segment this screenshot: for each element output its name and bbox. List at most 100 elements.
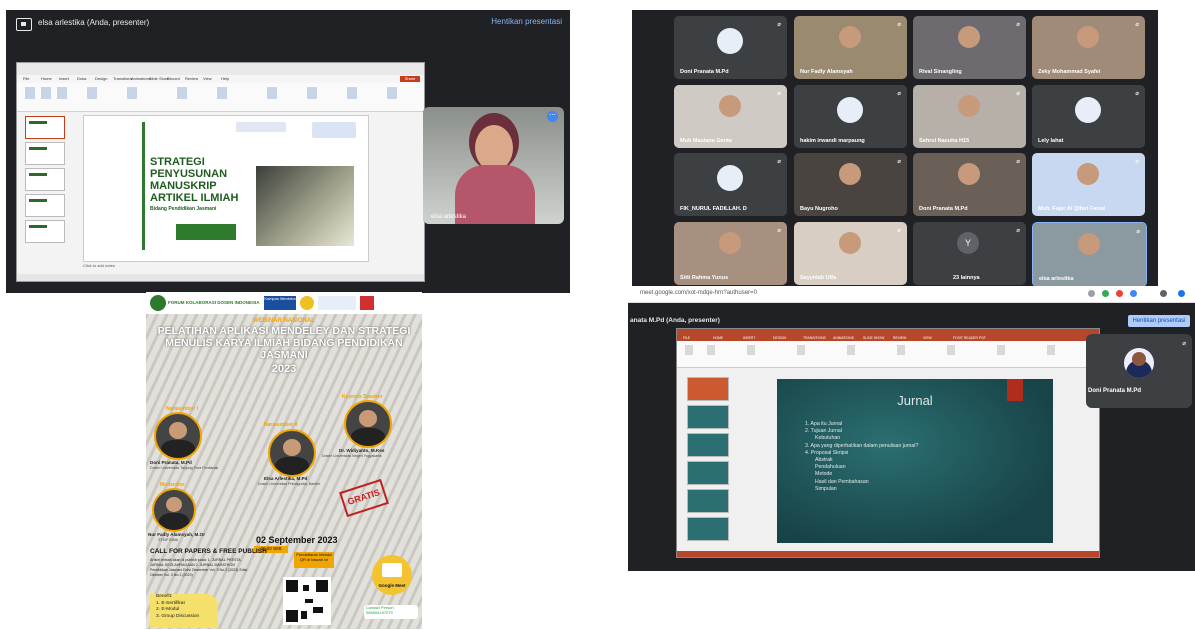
- avatar: [717, 28, 743, 54]
- org-name: FORUM KOLABORASI DOSEN INDONESIA: [168, 300, 260, 305]
- ribbon-tab[interactable]: FOXIT READER PDF: [953, 336, 986, 340]
- ribbon-tab[interactable]: File: [23, 76, 29, 81]
- mic-off-icon: ⌀: [777, 228, 781, 234]
- mic-off-icon: ⌀: [897, 91, 901, 97]
- share-button[interactable]: Share: [400, 76, 420, 82]
- event-kind: WEBINAR NASIONAL: [253, 318, 315, 324]
- mic-off-icon: ⌀: [1016, 91, 1020, 97]
- extension-icon[interactable]: [1088, 290, 1095, 297]
- participant-tile[interactable]: ⌀ Zeky Mohammad Syafei: [1032, 16, 1145, 79]
- participant-name: Doni Pranata M.Pd: [680, 69, 729, 75]
- participant-tile[interactable]: ⌀ FIK_NURUL FADILLAH. D: [674, 153, 787, 216]
- speaker-affiliation: STKIP BIMA: [158, 538, 179, 542]
- ribbon-tab[interactable]: TRANSITIONS: [803, 336, 826, 340]
- powerpoint-window: FILE HOME INSERT DESIGN TRANSITIONS ANIMATION…: [676, 328, 1100, 558]
- url-text: meet.google.com/xot-mdqe-hrn?authuser=0: [640, 290, 757, 296]
- participant-name: Lely lahat: [1038, 138, 1064, 144]
- event-date: 02 September 2023: [256, 535, 338, 545]
- participant-tile[interactable]: ⌀ Doni Pranata M.Pd: [674, 16, 787, 79]
- participant-name: Rival Sinangling: [919, 69, 962, 75]
- slide-bullet: 1. Apa itu Jurnal: [805, 421, 843, 427]
- ribbon-tab[interactable]: Slide Show: [149, 76, 169, 81]
- ribbon-tab[interactable]: SLIDE SHOW: [863, 336, 884, 340]
- event-title: PELATIHAN APLIKASI MENDELEY DAN STRATEGI…: [157, 325, 411, 361]
- ribbon-tab[interactable]: FILE: [683, 336, 690, 340]
- ppt-title-bar: [17, 63, 424, 75]
- ribbon-tab[interactable]: Record: [167, 76, 180, 81]
- ribbon-tab[interactable]: Review: [185, 76, 198, 81]
- ribbon-tab[interactable]: Transitions: [113, 76, 132, 81]
- slide-bullet: 2. Tujuan Jurnal: [805, 428, 842, 435]
- participant-tile[interactable]: ⌀ Sayyidah Ulfa: [794, 222, 907, 285]
- participant-tile[interactable]: ⌀ Sitti Rahma Yunus: [674, 222, 787, 285]
- account-avatar[interactable]: [1178, 290, 1185, 297]
- participant-name: Sahrul Nasuha H15: [919, 138, 970, 144]
- participant-tile[interactable]: ⌀ Muh. Fajar Al Qifari Faizal: [1032, 153, 1145, 216]
- participant-tile[interactable]: Y ⌀ 23 lainnya: [913, 222, 1026, 285]
- ribbon-tab[interactable]: DESIGN: [773, 336, 786, 340]
- participant-tile[interactable]: ⌀ Muh Maulana Genta: [674, 85, 787, 148]
- ribbon-tab[interactable]: Insert: [59, 76, 69, 81]
- participant-tile[interactable]: ⌀ hakim irwandi marpaung: [794, 85, 907, 148]
- participant-tile[interactable]: ⌀ Nur Fadly Alamsyah: [794, 16, 907, 79]
- ribbon-tab[interactable]: INSERT: [743, 336, 755, 340]
- slide-thumbnails[interactable]: [19, 113, 65, 263]
- webinar-poster: FORUM KOLABORASI DOSEN INDONESIA Kampus …: [146, 292, 422, 629]
- meet-participant-grid: ⌀ Doni Pranata M.Pd ⌀ Nur Fadly Alamsyah ⌀ Ri…: [632, 10, 1158, 286]
- participant-tile[interactable]: ⌀ Doni Pranata M.Pd: [913, 153, 1026, 216]
- ribbon-tab[interactable]: VIEW: [923, 336, 932, 340]
- speaker-affiliation: Dosen Universitas Primagraha, Banten: [258, 482, 321, 486]
- stop-presenting-button[interactable]: Hentikan presentasi: [491, 17, 562, 26]
- extension-icon[interactable]: [1116, 290, 1123, 297]
- ribbon-tab[interactable]: Draw: [77, 76, 86, 81]
- current-slide: Jurnal 1. Apa itu Jurnal 2. Tujuan Jurnal…: [777, 379, 1053, 543]
- participant-name: Muh. Fajar Al Qifari Faizal: [1038, 206, 1106, 212]
- speaker-role: Narasumber II: [264, 422, 298, 428]
- registration-qr-code[interactable]: [283, 577, 331, 625]
- participant-face: [958, 95, 980, 117]
- self-camera-tile[interactable]: ⋯ elsa arlestika: [423, 107, 564, 224]
- meet-presenting-window-a: elsa arlestika (Anda, presenter) Hentika…: [6, 10, 570, 293]
- mic-off-icon: ⌀: [1182, 341, 1186, 347]
- org-logo: [150, 295, 166, 311]
- slide-title: Jurnal: [897, 393, 933, 408]
- participant-face: [719, 95, 741, 117]
- more-options-icon[interactable]: ⋯: [547, 111, 558, 122]
- slide-thumbnails[interactable]: [683, 373, 729, 543]
- participant-face: [719, 232, 741, 254]
- ribbon-tab[interactable]: Help: [221, 76, 229, 81]
- mic-off-icon: ⌀: [777, 159, 781, 165]
- participant-tile[interactable]: ⌀ elsa arlestika: [1032, 222, 1147, 286]
- extension-icon[interactable]: [1102, 290, 1109, 297]
- speaker-photo: [154, 412, 202, 460]
- participant-tile[interactable]: ⌀ Rival Sinangling: [913, 16, 1026, 79]
- participant-name: Sitti Rahma Yunus: [680, 275, 729, 281]
- ribbon-tab[interactable]: View: [203, 76, 212, 81]
- avatar: [717, 165, 743, 191]
- slide-photo: [256, 166, 354, 246]
- extension-icon[interactable]: [1130, 290, 1137, 297]
- ribbon-tab[interactable]: Animations: [131, 76, 151, 81]
- self-camera-tile[interactable]: ⌀ Doni Pranata M.Pd: [1086, 334, 1192, 408]
- participant-tile[interactable]: ⌀ Bayu Nugroho: [794, 153, 907, 216]
- speaker-affiliation: Dosen Universitas Tanjung Pura Pontianak: [150, 466, 219, 470]
- participant-name: FIK_NURUL FADILLAH. D: [680, 206, 747, 212]
- mic-off-icon: ⌀: [777, 22, 781, 28]
- camera-name: elsa arlestika: [431, 214, 467, 220]
- ribbon-tab[interactable]: ANIMATIONS: [833, 336, 854, 340]
- cfp-title: CALL FOR PAPERS & FREE PUBLISH: [150, 548, 267, 555]
- ribbon-tab[interactable]: HOME: [713, 336, 723, 340]
- stop-presenting-button[interactable]: Hentikan presentasi: [1128, 315, 1190, 327]
- profile-icon[interactable]: [1160, 290, 1167, 297]
- participant-tile[interactable]: ⌀ Sahrul Nasuha H15: [913, 85, 1026, 148]
- participant-tile[interactable]: ⌀ Lely lahat: [1032, 85, 1145, 148]
- ribbon-tab[interactable]: REVIEW: [893, 336, 906, 340]
- ribbon-tab[interactable]: Home: [41, 76, 52, 81]
- ribbon-tab[interactable]: Design: [95, 76, 107, 81]
- speaker-role: Keynote Speaker: [342, 394, 383, 400]
- speaker-name: Nur Fadly Alamsyah, M.Or: [148, 532, 206, 537]
- browser-address-bar[interactable]: meet.google.com/xot-mdqe-hrn?authuser=0: [628, 286, 1195, 303]
- kampus-merdeka-logo: [312, 122, 356, 138]
- ppt-ribbon: [17, 83, 424, 112]
- notes-placeholder[interactable]: Click to add notes: [83, 263, 115, 268]
